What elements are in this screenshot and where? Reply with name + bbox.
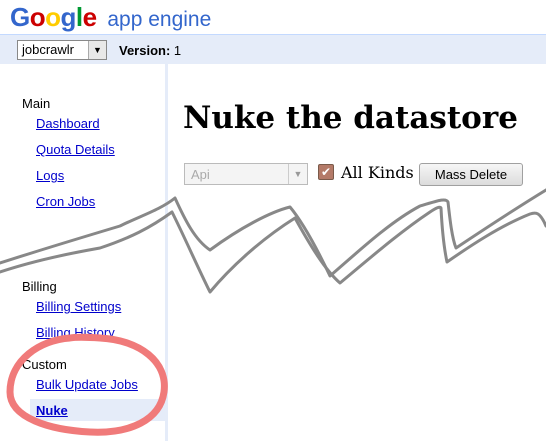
app-selector-value: jobcrawlr (22, 42, 75, 57)
sidebar-item-logs[interactable]: Logs (36, 168, 64, 183)
sidebar-nav: Main Dashboard Quota Details Logs Cron J… (0, 64, 168, 441)
sidebar-section-main: Main (22, 96, 51, 111)
app-selector[interactable]: jobcrawlr ▼ (17, 40, 107, 60)
kind-select-value: Api (191, 167, 210, 182)
app-engine-logo: Google app engine (10, 2, 211, 33)
sidebar-section-custom: Custom (22, 357, 67, 372)
sidebar-item-quota-details[interactable]: Quota Details (36, 142, 115, 157)
chevron-down-icon[interactable]: ▼ (288, 164, 307, 184)
product-name: app engine (107, 8, 212, 31)
chevron-down-icon[interactable]: ▼ (88, 41, 106, 59)
all-kinds-checkbox[interactable]: ✔ (318, 164, 334, 180)
google-wordmark: Google (10, 2, 97, 32)
sidebar-item-cron-jobs[interactable]: Cron Jobs (36, 194, 95, 209)
all-kinds-label: All Kinds (341, 163, 414, 182)
sidebar-item-billing-history[interactable]: Billing History (36, 325, 115, 340)
sidebar-section-billing: Billing (22, 279, 57, 294)
mass-delete-button[interactable]: Mass Delete (419, 163, 523, 186)
kind-select[interactable]: Api ▼ (184, 163, 308, 185)
version-info: Version: 1 (119, 43, 181, 58)
check-icon: ✔ (320, 165, 332, 179)
version-value: 1 (173, 43, 182, 58)
page-title: Nuke the datastore (183, 100, 518, 136)
sidebar-item-billing-settings[interactable]: Billing Settings (36, 299, 121, 314)
sidebar-item-dashboard[interactable]: Dashboard (36, 116, 100, 131)
version-label: Version: (119, 43, 171, 58)
app-bar: jobcrawlr ▼ Version: 1 (0, 34, 546, 64)
sidebar-item-bulk-update-jobs[interactable]: Bulk Update Jobs (36, 377, 138, 392)
sidebar-item-nuke[interactable]: Nuke (36, 403, 68, 418)
